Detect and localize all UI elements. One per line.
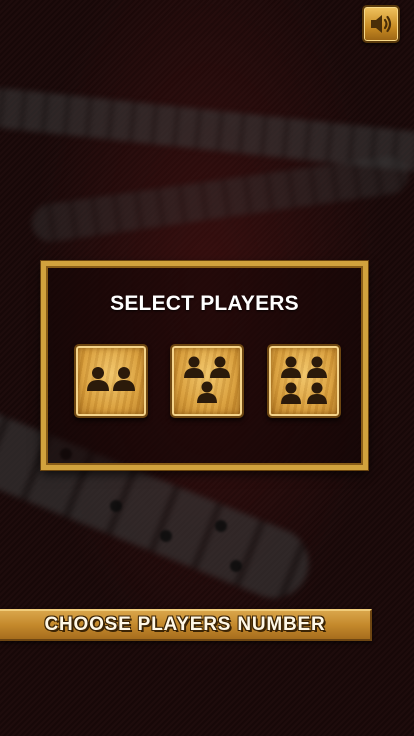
- background-domino-pip: [230, 560, 242, 572]
- background-domino-row: [29, 153, 411, 245]
- three-players-button[interactable]: [170, 344, 244, 418]
- panel-title: SELECT PLAYERS: [110, 292, 299, 315]
- background-domino-pip: [215, 520, 227, 532]
- speaker-volume-icon: [371, 15, 392, 33]
- select-players-panel: SELECT PLAYERS: [41, 261, 368, 470]
- two-players-button[interactable]: [74, 344, 148, 418]
- two-players-icon: [87, 367, 135, 391]
- sound-toggle-button[interactable]: [362, 5, 400, 43]
- background-domino-pip: [160, 530, 172, 542]
- background-domino-pip: [110, 500, 122, 512]
- four-players-icon: [281, 356, 327, 404]
- three-players-icon: [184, 356, 230, 403]
- instruction-banner: CHOOSE PLAYERS NUMBER: [0, 609, 372, 641]
- banner-text: CHOOSE PLAYERS NUMBER: [44, 614, 326, 635]
- four-players-button[interactable]: [267, 344, 341, 418]
